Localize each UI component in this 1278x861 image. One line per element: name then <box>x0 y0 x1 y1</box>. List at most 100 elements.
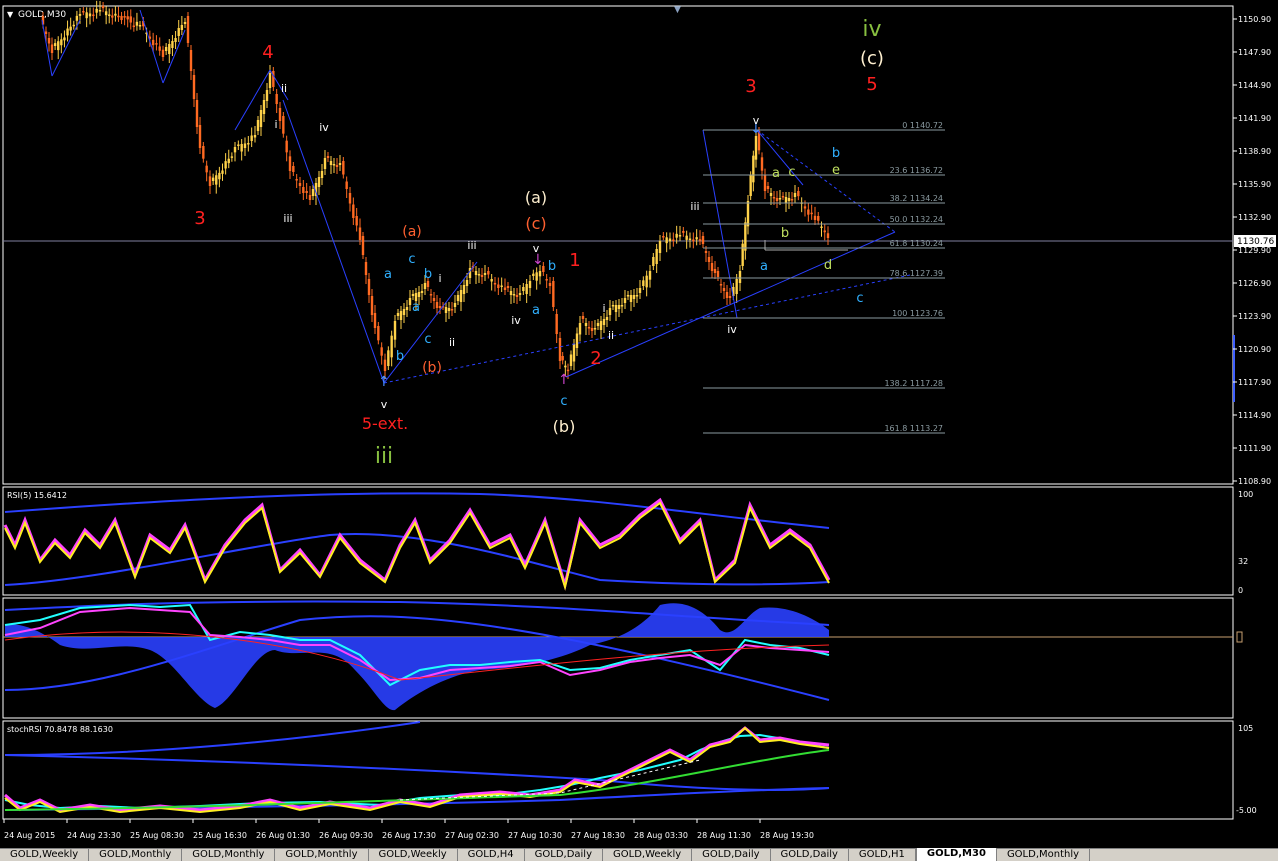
price-tick: 1111.90 <box>1238 444 1271 453</box>
wave-label-ii-c: ii <box>608 329 614 342</box>
candlesticks <box>41 0 830 379</box>
histogram <box>5 603 829 711</box>
wave-label-five-ext: 5-ext. <box>362 414 408 433</box>
wave-label-d1: d <box>824 258 832 273</box>
wave-label-a3: a <box>532 303 540 318</box>
fib-level-label: 61.8 1130.24 <box>890 239 943 248</box>
wave-label-e1: e <box>832 163 840 178</box>
dropdown-arrow-icon[interactable]: ▼ <box>7 10 14 19</box>
price-tick: 1135.90 <box>1238 180 1271 189</box>
wave-label-c-top: (c) <box>860 48 884 69</box>
chart-tab[interactable]: GOLD,Monthly <box>275 849 369 861</box>
price-tick: 1141.90 <box>1238 114 1271 123</box>
time-tick: 25 Aug 08:30 <box>130 831 184 840</box>
wave-label-b4: b <box>548 259 556 274</box>
stoch-tick-neg5: -5.00 <box>1236 806 1257 815</box>
wave-label-b6: b <box>781 226 789 241</box>
price-tick: 1138.90 <box>1238 147 1271 156</box>
price-tick: 1108.90 <box>1238 477 1271 486</box>
chart-tab-bar: GOLD,Weekly GOLD,Monthly GOLD,Monthly GOLD,… <box>0 848 1278 861</box>
wave-label-paren-b-small: (b) <box>422 360 442 376</box>
chart-tab[interactable]: GOLD,Monthly <box>997 849 1091 861</box>
chart-tab[interactable]: GOLD,H1 <box>849 849 916 861</box>
stoch-title: stochRSI 70.8478 88.1630 <box>7 725 113 734</box>
fib-level-label: 100 1123.76 <box>892 309 943 318</box>
rsi-lines <box>3 492 831 591</box>
wave-label-c2: c <box>424 332 431 347</box>
wave-label-iv-a: iv <box>319 121 329 134</box>
time-tick: 27 Aug 18:30 <box>571 831 625 840</box>
wave-label-ii-a: ii <box>281 82 287 95</box>
wave-label-red3: 3 <box>194 208 205 229</box>
wave-label-a2: a <box>412 300 420 315</box>
stoch-lines <box>4 721 830 814</box>
time-tick: 27 Aug 02:30 <box>445 831 499 840</box>
wave-label-iv-top: iv <box>862 17 881 42</box>
price-tick: 1126.90 <box>1238 279 1271 288</box>
time-tick: 28 Aug 11:30 <box>697 831 751 840</box>
time-tick: 25 Aug 16:30 <box>193 831 247 840</box>
main-panel <box>2 5 1234 485</box>
wave-label-c1: c <box>408 252 415 267</box>
wave-label-a5: a <box>772 166 780 181</box>
time-tick: 24 Aug 23:30 <box>67 831 121 840</box>
wave-label-b2: b <box>396 349 404 364</box>
fib-level-label: 38.2 1134.24 <box>890 194 943 203</box>
chart-tab[interactable]: GOLD,Weekly <box>603 849 693 861</box>
price-tick: 1132.90 <box>1238 213 1271 222</box>
chart-tab[interactable]: GOLD,Daily <box>771 849 849 861</box>
fib-level-label: 23.6 1136.72 <box>890 166 943 175</box>
fib-level-label: 0 1140.72 <box>902 121 943 130</box>
chart-tab[interactable]: GOLD,H4 <box>458 849 525 861</box>
wave-label-c5: c <box>788 165 795 180</box>
svg-text:↑: ↑ <box>558 372 570 388</box>
wave-label-iii-c: iii <box>690 200 699 213</box>
chart-tab[interactable]: GOLD,Daily <box>692 849 771 861</box>
price-tick: 1129.90 <box>1238 246 1271 255</box>
stoch-panel <box>2 720 1234 820</box>
svg-text:↑: ↑ <box>378 374 390 390</box>
wave-label-a4: a <box>760 259 768 274</box>
rsi-tick-32: 32 <box>1238 557 1248 566</box>
wave-label-c3: c <box>560 394 567 409</box>
wave-label-paren-c-o: (c) <box>525 214 546 233</box>
chart-tab[interactable]: GOLD,Weekly <box>369 849 458 861</box>
rsi-tick-0: 0 <box>1238 586 1243 595</box>
time-tick: 28 Aug 19:30 <box>760 831 814 840</box>
time-axis: 24 Aug 2015 24 Aug 23:30 25 Aug 08:30 25 Au… <box>3 819 814 840</box>
price-axis: 1150.90 1147.90 1144.90 1141.90 1138.90 1135.… <box>1233 15 1271 486</box>
wave-label-v2: v <box>533 242 540 255</box>
price-tick: 1147.90 <box>1238 48 1271 57</box>
wave-label-i-c: i <box>602 302 605 315</box>
price-tick: 1120.90 <box>1238 345 1271 354</box>
wave-label-i-b: i <box>438 272 441 285</box>
wave-label-ii-b: ii <box>449 336 455 349</box>
chart-tab[interactable]: GOLD,Weekly <box>0 849 90 861</box>
time-tick: 26 Aug 01:30 <box>256 831 310 840</box>
chart-tab[interactable]: GOLD,Monthly <box>182 849 276 861</box>
wave-label-iii-b: iii <box>467 239 476 252</box>
fib-level-label: 138.2 1117.28 <box>884 379 943 388</box>
wave-label-paren-a: (a) <box>402 224 422 240</box>
chart-tab[interactable]: GOLD,Daily <box>525 849 603 861</box>
chart-area[interactable]: ▼ GOLD,M30 ▼ 1130.76 1150.901147.901144.… <box>0 0 1278 848</box>
fib-level-label: 50.0 1132.24 <box>890 215 943 224</box>
price-tick: 1144.90 <box>1238 81 1271 90</box>
wave-label-iv-b: iv <box>511 314 521 327</box>
chart-tab[interactable]: GOLD,M30 <box>915 848 997 861</box>
chart-tab[interactable]: GOLD,Monthly <box>89 849 183 861</box>
wave-label-iii-a: iii <box>283 212 292 225</box>
wave-label-red4: 4 <box>262 42 273 63</box>
time-tick: 27 Aug 10:30 <box>508 831 562 840</box>
wave-label-five-top: 5 <box>866 74 877 95</box>
wave-label-iii-green: iii <box>375 444 393 469</box>
fib-level-label: 78.6 1127.39 <box>890 269 943 278</box>
time-tick: 26 Aug 09:30 <box>319 831 373 840</box>
time-tick: 26 Aug 17:30 <box>382 831 436 840</box>
wave-label-b1: b <box>424 267 432 282</box>
zero-line-marker <box>1236 631 1243 643</box>
scroll-marker-icon[interactable]: ▼ <box>674 5 681 15</box>
wave-label-paren-b-w: (b) <box>553 417 576 436</box>
elliott-wave-labels: iv(c)5343iiiiiiiv(a)cba iiiiabc ii(b)v5-ex… <box>194 17 884 469</box>
price-tick: 1117.90 <box>1238 378 1271 387</box>
